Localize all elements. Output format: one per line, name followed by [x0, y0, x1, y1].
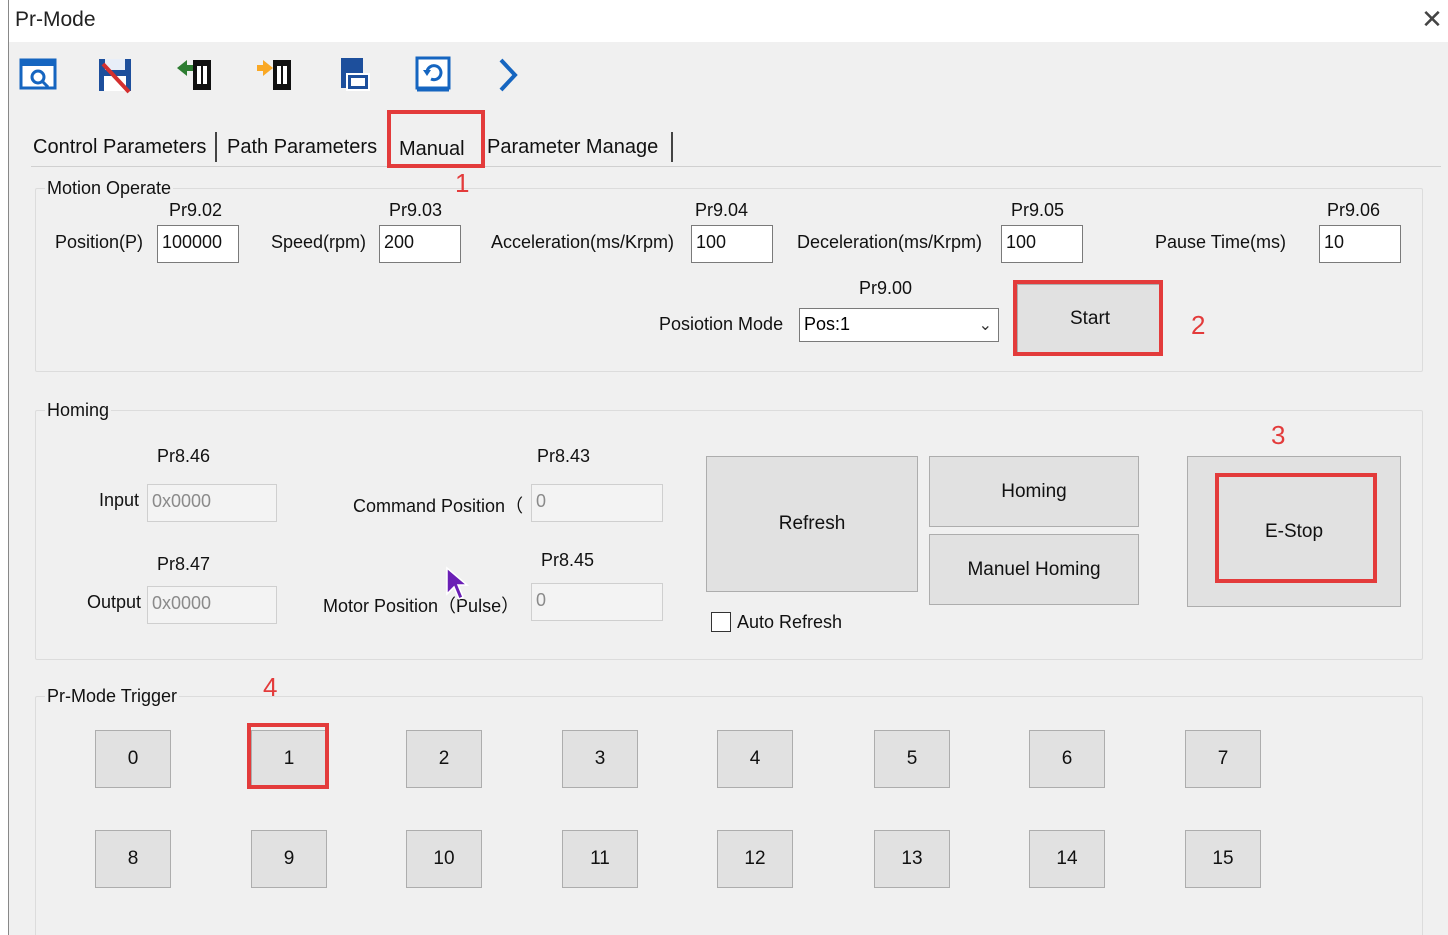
position-input[interactable]: 100000	[157, 225, 239, 263]
motion-operate-title: Motion Operate	[45, 178, 174, 199]
auto-refresh-label: Auto Refresh	[737, 612, 843, 632]
trigger-button-6[interactable]: 6	[1029, 730, 1105, 788]
trigger-button-1[interactable]: 1	[251, 730, 327, 788]
command-position-field: 0	[531, 484, 663, 522]
trigger-button-4[interactable]: 4	[717, 730, 793, 788]
preview-icon[interactable]	[17, 54, 61, 96]
trigger-button-5[interactable]: 5	[874, 730, 950, 788]
annotation-number-2: 2	[1191, 310, 1206, 340]
tab-separator	[671, 132, 673, 162]
command-position-param: Pr8.43	[537, 446, 591, 466]
command-position-label: Command Position（	[353, 496, 524, 516]
position-param: Pr9.02	[169, 200, 223, 220]
auto-refresh-checkbox[interactable]	[711, 612, 731, 632]
trigger-button-3[interactable]: 3	[562, 730, 638, 788]
tab-separator	[215, 132, 217, 162]
input-param: Pr8.46	[157, 446, 211, 466]
refresh-button[interactable]: Refresh	[706, 456, 918, 592]
output-field: 0x0000	[147, 586, 277, 624]
output-label: Output	[87, 592, 142, 612]
tab-control-parameters[interactable]: Control Parameters	[29, 132, 210, 166]
position-mode-value: Pos:1	[804, 314, 851, 334]
close-icon[interactable]: ✕	[1417, 4, 1447, 34]
trigger-button-15[interactable]: 15	[1185, 830, 1261, 888]
chevron-down-icon: ⌄	[978, 317, 992, 334]
manual-homing-button[interactable]: Manuel Homing	[929, 534, 1139, 605]
download-icon[interactable]	[253, 54, 297, 96]
tab-manual[interactable]: Manual	[395, 134, 469, 168]
input-label: Input	[99, 490, 140, 510]
speed-param: Pr9.03	[389, 200, 443, 220]
pause-time-input[interactable]: 10	[1319, 225, 1401, 263]
acceleration-label: Acceleration(ms/Krpm)	[491, 232, 675, 252]
upload-icon[interactable]	[173, 54, 217, 96]
pr-mode-trigger-title: Pr-Mode Trigger	[45, 686, 180, 707]
trigger-button-14[interactable]: 14	[1029, 830, 1105, 888]
speed-label: Speed(rpm)	[271, 232, 367, 252]
start-button[interactable]: Start	[1017, 284, 1163, 354]
output-param: Pr8.47	[157, 554, 211, 574]
motor-position-field: 0	[531, 583, 663, 621]
save-icon[interactable]	[93, 54, 137, 96]
deceleration-param: Pr9.05	[1011, 200, 1065, 220]
tab-parameter-manage[interactable]: Parameter Manage	[483, 132, 662, 166]
trigger-button-2[interactable]: 2	[406, 730, 482, 788]
annotation-number-3: 3	[1271, 420, 1286, 450]
trigger-button-9[interactable]: 9	[251, 830, 327, 888]
next-icon[interactable]	[487, 54, 531, 96]
position-label: Position(P)	[55, 232, 144, 252]
tab-path-parameters[interactable]: Path Parameters	[223, 132, 381, 166]
pause-time-label: Pause Time(ms)	[1155, 232, 1287, 252]
mouse-cursor-icon	[446, 566, 470, 601]
pr-mode-window: Pr-Mode ✕ Control Parameters Path Parame…	[8, 0, 1448, 935]
trigger-button-10[interactable]: 10	[406, 830, 482, 888]
deceleration-input[interactable]: 100	[1001, 225, 1083, 263]
window-title: Pr-Mode	[15, 8, 96, 31]
export-icon[interactable]	[333, 54, 377, 96]
trigger-button-11[interactable]: 11	[562, 830, 638, 888]
position-mode-param: Pr9.00	[859, 278, 913, 298]
deceleration-label: Deceleration(ms/Krpm)	[797, 232, 983, 252]
trigger-button-8[interactable]: 8	[95, 830, 171, 888]
trigger-button-13[interactable]: 13	[874, 830, 950, 888]
acceleration-param: Pr9.04	[695, 200, 749, 220]
homing-button[interactable]: Homing	[929, 456, 1139, 527]
input-field: 0x0000	[147, 484, 277, 522]
position-mode-select[interactable]: Pos:1 ⌄	[799, 308, 999, 342]
annotation-number-1: 1	[455, 168, 470, 198]
title-bar: Pr-Mode ✕	[9, 0, 1448, 42]
speed-input[interactable]: 200	[379, 225, 461, 263]
estop-button[interactable]: E-Stop	[1187, 456, 1401, 607]
acceleration-input[interactable]: 100	[691, 225, 773, 263]
restore-icon[interactable]	[411, 54, 455, 96]
trigger-button-7[interactable]: 7	[1185, 730, 1261, 788]
motor-position-param: Pr8.45	[541, 550, 595, 570]
homing-title: Homing	[45, 400, 112, 421]
motor-position-label: Motor Position（Pulse）	[323, 596, 520, 616]
trigger-button-12[interactable]: 12	[717, 830, 793, 888]
position-mode-label: Posiotion Mode	[659, 314, 784, 334]
pause-time-param: Pr9.06	[1327, 200, 1381, 220]
trigger-button-0[interactable]: 0	[95, 730, 171, 788]
annotation-number-4: 4	[263, 672, 278, 702]
